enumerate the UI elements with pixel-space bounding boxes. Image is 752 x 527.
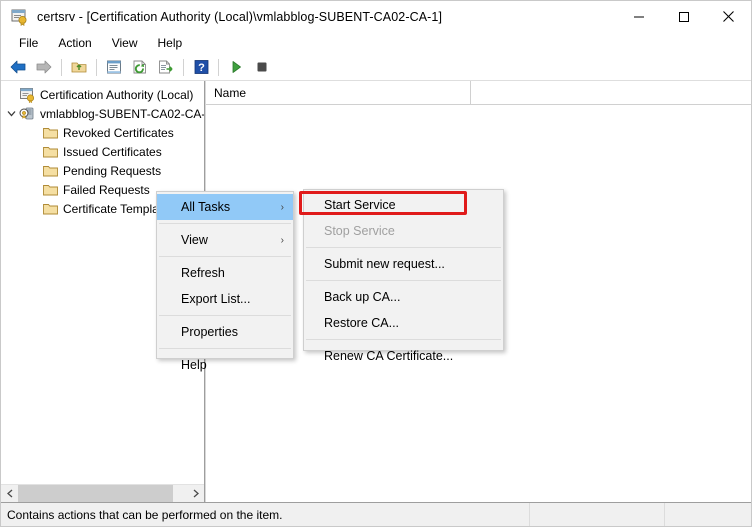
context-menu-item-export-list[interactable]: Export List... bbox=[157, 286, 293, 312]
menu-view[interactable]: View bbox=[102, 34, 148, 52]
menu-bar: File Action View Help bbox=[1, 32, 751, 54]
submenu-item-label: Restore CA... bbox=[324, 316, 400, 330]
menu-separator bbox=[306, 339, 501, 340]
all-tasks-submenu: Start Service Stop Service Submit new re… bbox=[303, 189, 504, 363]
context-menu-item-label: Properties bbox=[181, 325, 238, 339]
submenu-item-renew-ca-certificate[interactable]: Renew CA Certificate... bbox=[304, 343, 503, 369]
stop-service-icon[interactable] bbox=[250, 56, 274, 78]
help-icon[interactable]: ? bbox=[189, 56, 213, 78]
scrollbar-track[interactable] bbox=[18, 485, 187, 502]
collapse-chevron-icon[interactable] bbox=[3, 109, 19, 118]
scrollbar-thumb[interactable] bbox=[18, 485, 173, 502]
menu-separator bbox=[306, 247, 501, 248]
start-service-icon[interactable] bbox=[224, 56, 248, 78]
submenu-item-label: Stop Service bbox=[324, 224, 395, 238]
menu-separator bbox=[159, 315, 291, 316]
submenu-item-label: Start Service bbox=[324, 198, 396, 212]
folder-icon bbox=[42, 144, 59, 160]
context-menu-item-label: Export List... bbox=[181, 292, 251, 306]
submenu-item-label: Renew CA Certificate... bbox=[324, 349, 454, 363]
context-menu: All Tasks › View › Refresh Export List..… bbox=[156, 191, 294, 372]
status-segment-2 bbox=[530, 503, 665, 526]
context-menu-item-label: All Tasks bbox=[181, 200, 231, 214]
chevron-left-icon[interactable] bbox=[1, 485, 18, 502]
menu-action[interactable]: Action bbox=[48, 34, 101, 52]
export-list-icon[interactable] bbox=[154, 56, 178, 78]
menu-help[interactable]: Help bbox=[148, 34, 193, 52]
main-content: Certification Authority (Local) vmlabblo… bbox=[1, 81, 751, 502]
submenu-item-stop-service: Stop Service bbox=[304, 218, 503, 244]
context-menu-item-properties[interactable]: Properties bbox=[157, 319, 293, 345]
tree-item-label: Pending Requests bbox=[63, 163, 162, 178]
context-menu-item-all-tasks[interactable]: All Tasks › bbox=[157, 194, 293, 220]
context-menu-item-label: Help bbox=[181, 358, 207, 372]
folder-icon bbox=[42, 201, 59, 217]
toolbar-separator bbox=[96, 58, 97, 76]
minimize-button[interactable] bbox=[616, 1, 661, 32]
certification-authority-icon bbox=[10, 8, 28, 26]
forward-icon[interactable] bbox=[32, 56, 56, 78]
title-bar: certsrv - [Certification Authority (Loca… bbox=[1, 1, 751, 32]
tree-horizontal-scrollbar[interactable] bbox=[1, 484, 204, 502]
toolbar: ? bbox=[1, 54, 751, 81]
window-title: certsrv - [Certification Authority (Loca… bbox=[37, 9, 443, 24]
submenu-item-label: Submit new request... bbox=[324, 257, 445, 271]
back-icon[interactable] bbox=[6, 56, 30, 78]
tree-item-certification-authority-local[interactable]: Certification Authority (Local) bbox=[1, 85, 204, 104]
chevron-right-icon: › bbox=[280, 234, 284, 246]
show-hide-console-tree-icon[interactable] bbox=[102, 56, 126, 78]
status-message: Contains actions that can be performed o… bbox=[1, 503, 530, 526]
menu-separator bbox=[159, 348, 291, 349]
close-button[interactable] bbox=[706, 1, 751, 32]
submenu-item-submit-new-request[interactable]: Submit new request... bbox=[304, 251, 503, 277]
refresh-icon[interactable] bbox=[128, 56, 152, 78]
menu-file[interactable]: File bbox=[9, 34, 48, 52]
toolbar-separator bbox=[61, 58, 62, 76]
submenu-item-label: Back up CA... bbox=[324, 290, 401, 304]
tree-item-revoked-certificates[interactable]: Revoked Certificates bbox=[1, 123, 204, 142]
context-menu-item-view[interactable]: View › bbox=[157, 227, 293, 253]
context-menu-item-label: Refresh bbox=[181, 266, 225, 280]
tree-item-label: vmlabblog-SUBENT-CA02-CA-1 bbox=[40, 106, 204, 121]
chevron-right-icon: › bbox=[280, 201, 284, 213]
toolbar-separator bbox=[218, 58, 219, 76]
tree-item-ca-server[interactable]: vmlabblog-SUBENT-CA02-CA-1 bbox=[1, 104, 204, 123]
up-one-level-icon[interactable] bbox=[67, 56, 91, 78]
folder-icon bbox=[42, 125, 59, 141]
maximize-button[interactable] bbox=[661, 1, 706, 32]
tree-item-label: Revoked Certificates bbox=[63, 125, 174, 140]
tree-item-label: Issued Certificates bbox=[63, 144, 162, 159]
tree-item-issued-certificates[interactable]: Issued Certificates bbox=[1, 142, 204, 161]
chevron-right-icon[interactable] bbox=[187, 485, 204, 502]
menu-separator bbox=[159, 256, 291, 257]
list-column-header: Name bbox=[206, 81, 751, 105]
certification-authority-icon bbox=[19, 87, 36, 103]
certsrv-window: certsrv - [Certification Authority (Loca… bbox=[0, 0, 752, 527]
menu-separator bbox=[159, 223, 291, 224]
status-segment-3 bbox=[665, 503, 751, 526]
ca-server-icon bbox=[19, 106, 36, 122]
submenu-item-restore-ca[interactable]: Restore CA... bbox=[304, 310, 503, 336]
context-menu-item-help[interactable]: Help bbox=[157, 352, 293, 378]
context-menu-item-refresh[interactable]: Refresh bbox=[157, 260, 293, 286]
svg-text:?: ? bbox=[198, 62, 205, 74]
column-header-name[interactable]: Name bbox=[206, 81, 471, 104]
status-bar: Contains actions that can be performed o… bbox=[1, 502, 751, 526]
tree-item-label: Certification Authority (Local) bbox=[40, 87, 194, 102]
context-menu-item-label: View bbox=[181, 233, 208, 247]
submenu-item-start-service[interactable]: Start Service bbox=[304, 192, 503, 218]
window-controls bbox=[616, 1, 751, 32]
submenu-item-back-up-ca[interactable]: Back up CA... bbox=[304, 284, 503, 310]
folder-icon bbox=[42, 182, 59, 198]
tree-item-pending-requests[interactable]: Pending Requests bbox=[1, 161, 204, 180]
menu-separator bbox=[306, 280, 501, 281]
folder-icon bbox=[42, 163, 59, 179]
tree-item-label: Failed Requests bbox=[63, 182, 150, 197]
toolbar-separator bbox=[183, 58, 184, 76]
